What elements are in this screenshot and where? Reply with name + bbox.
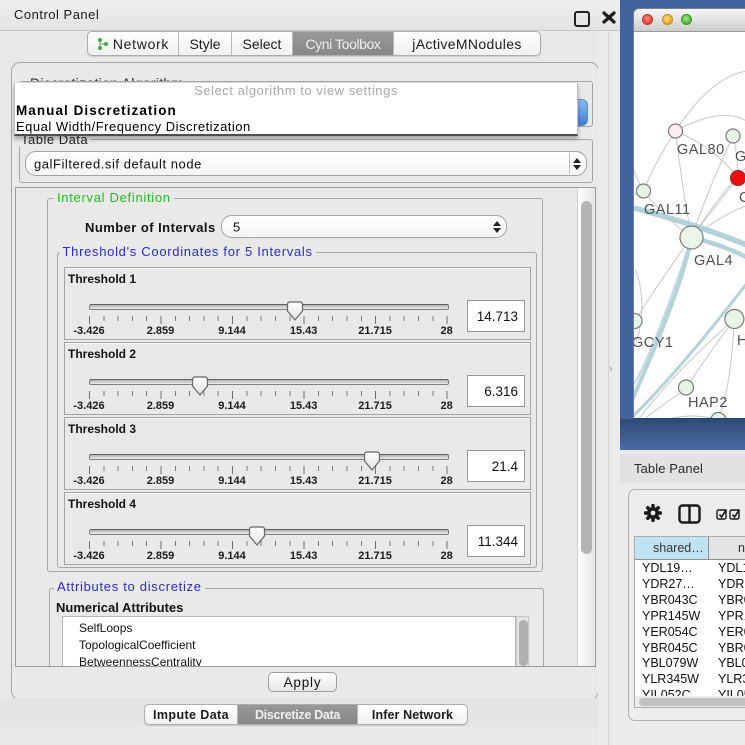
svg-text:HAP2: HAP2 <box>688 395 728 411</box>
svg-text:GAL11: GAL11 <box>644 202 691 218</box>
svg-text:GAL80: GAL80 <box>677 142 725 158</box>
svg-text:CR: CR <box>739 190 745 206</box>
svg-text:GCY1: GCY1 <box>634 335 674 351</box>
svg-text:HA: HA <box>737 333 745 349</box>
svg-text:GAL4: GAL4 <box>694 253 733 269</box>
svg-text:GAL...: GAL... <box>735 149 745 165</box>
